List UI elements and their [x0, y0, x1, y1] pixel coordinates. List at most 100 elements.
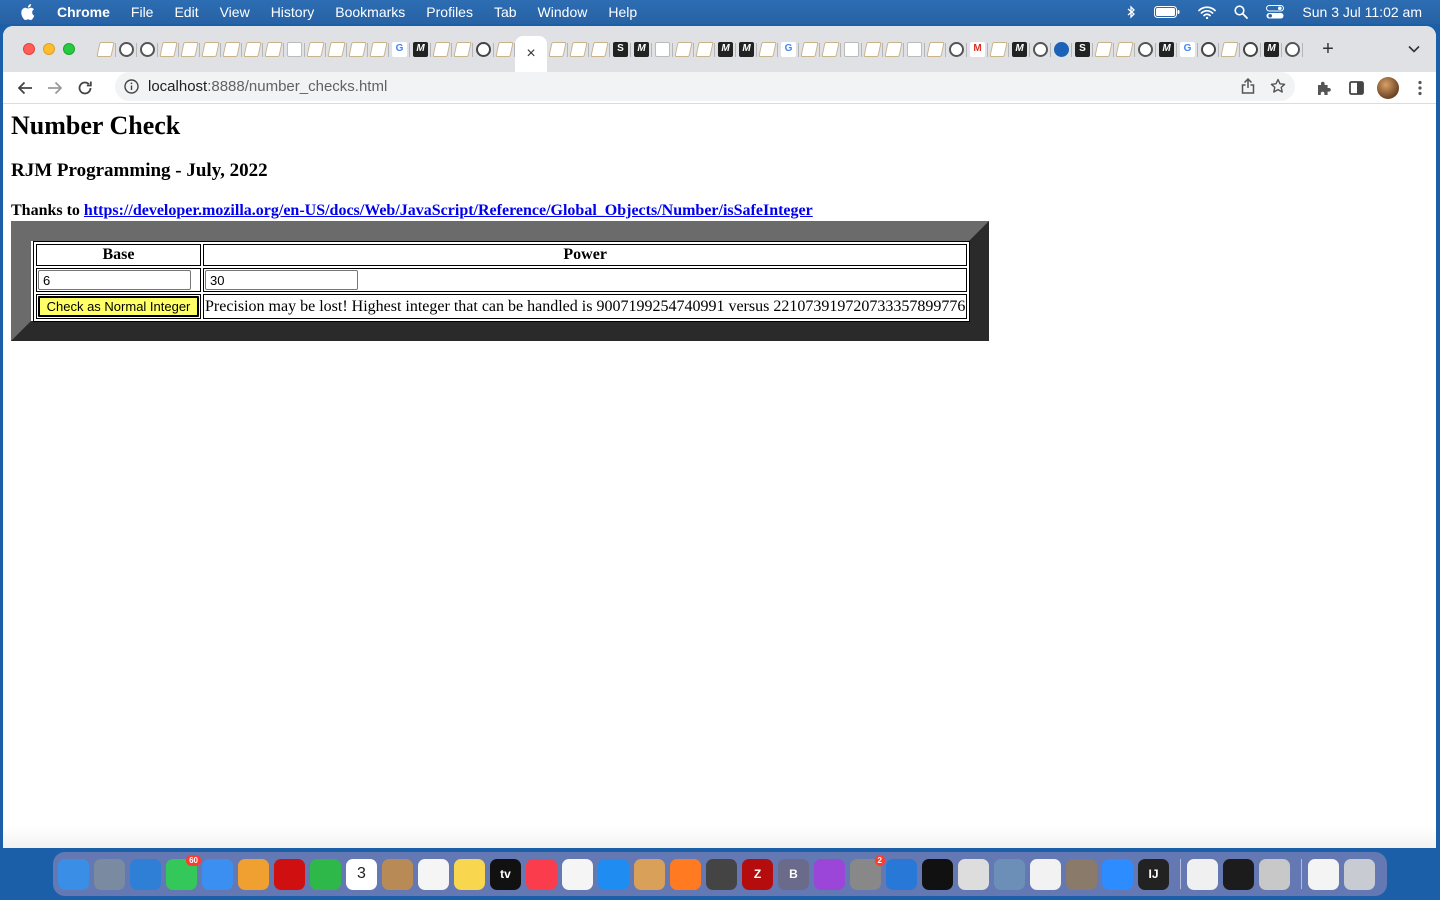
bluetooth-icon[interactable]: [1127, 5, 1136, 19]
dock-podcasts-icon[interactable]: [814, 858, 845, 890]
tab-item[interactable]: [158, 34, 179, 64]
dock-reminders-icon[interactable]: [418, 858, 449, 890]
mdn-link[interactable]: https://developer.mozilla.org/en-US/docs…: [84, 202, 813, 219]
back-button[interactable]: [10, 73, 40, 103]
address-bar[interactable]: localhost:8888/number_checks.html: [115, 72, 1295, 101]
power-input[interactable]: [205, 270, 358, 290]
window-zoom-button[interactable]: [63, 43, 75, 55]
tab-item[interactable]: [305, 34, 326, 64]
dock-console-icon[interactable]: [1223, 858, 1254, 890]
tab-item[interactable]: [673, 34, 694, 64]
dock-photos-icon[interactable]: [238, 858, 269, 890]
tab-item[interactable]: [242, 34, 263, 64]
tab-item[interactable]: [652, 34, 673, 64]
tab-item[interactable]: [799, 34, 820, 64]
tab-item[interactable]: M: [1156, 34, 1177, 64]
tab-item[interactable]: [946, 34, 967, 64]
tab-item[interactable]: G: [778, 34, 799, 64]
site-info-icon[interactable]: [123, 79, 139, 95]
reload-button[interactable]: [70, 73, 100, 103]
dock-tv-icon[interactable]: tv: [490, 858, 521, 890]
dock-paint-icon[interactable]: [634, 858, 665, 890]
tab-item[interactable]: [694, 34, 715, 64]
tab-item[interactable]: M: [410, 34, 431, 64]
menu-view[interactable]: View: [220, 4, 250, 20]
tab-item[interactable]: [221, 34, 242, 64]
tab-item[interactable]: [883, 34, 904, 64]
tab-item[interactable]: [1282, 34, 1303, 64]
forward-button[interactable]: [40, 73, 70, 103]
tab-item[interactable]: [431, 34, 452, 64]
tab-item[interactable]: [589, 34, 610, 64]
share-icon[interactable]: [1241, 78, 1255, 94]
tab-item[interactable]: [1240, 34, 1261, 64]
dock-safari-icon[interactable]: [130, 858, 161, 890]
tab-item[interactable]: M: [736, 34, 757, 64]
profile-avatar[interactable]: [1377, 77, 1399, 99]
dock-preview-icon[interactable]: [994, 858, 1025, 890]
check-integer-button[interactable]: Check as Normal Integer: [38, 296, 199, 317]
tab-item[interactable]: [820, 34, 841, 64]
dock-system-preferences-icon[interactable]: 2: [850, 854, 885, 890]
tab-item[interactable]: [137, 34, 158, 64]
bookmark-star-icon[interactable]: [1270, 78, 1286, 94]
window-minimize-button[interactable]: [43, 43, 55, 55]
dock-zoom-icon[interactable]: [1102, 858, 1133, 890]
tab-item[interactable]: [473, 34, 494, 64]
tab-item[interactable]: [179, 34, 200, 64]
tab-item[interactable]: [326, 34, 347, 64]
tab-item[interactable]: [1093, 34, 1114, 64]
base-input[interactable]: [38, 270, 191, 290]
dock-news-icon[interactable]: [562, 858, 593, 890]
tab-item[interactable]: [116, 34, 137, 64]
menu-bookmarks[interactable]: Bookmarks: [335, 4, 405, 20]
window-close-button[interactable]: [23, 43, 35, 55]
tab-item[interactable]: [1114, 34, 1135, 64]
tab-item[interactable]: [757, 34, 778, 64]
tab-item[interactable]: G: [1177, 34, 1198, 64]
menu-history[interactable]: History: [271, 4, 315, 20]
tab-item[interactable]: [284, 34, 305, 64]
dock-firefox-icon[interactable]: [670, 858, 701, 890]
tab-active[interactable]: ×: [515, 36, 547, 72]
dock-messages-icon[interactable]: 60: [166, 854, 201, 890]
dock-contacts-icon[interactable]: [382, 858, 413, 890]
dock-app-store-icon[interactable]: [598, 858, 629, 890]
dock-finder-icon[interactable]: [58, 858, 89, 890]
tab-item[interactable]: [904, 34, 925, 64]
tab-item[interactable]: [841, 34, 862, 64]
dock-calendar-icon[interactable]: 3: [346, 858, 377, 890]
menu-profiles[interactable]: Profiles: [426, 4, 473, 20]
menu-edit[interactable]: Edit: [174, 4, 198, 20]
tab-item[interactable]: [1135, 34, 1156, 64]
tab-search-chevron-icon[interactable]: [1408, 40, 1420, 56]
dock-music-icon[interactable]: [526, 858, 557, 890]
tab-item[interactable]: [988, 34, 1009, 64]
menu-help[interactable]: Help: [608, 4, 637, 20]
tab-item[interactable]: M: [1261, 34, 1282, 64]
dock-intellij-icon[interactable]: IJ: [1138, 858, 1169, 890]
menubar-clock[interactable]: Sun 3 Jul 11:02 am: [1302, 4, 1422, 20]
extensions-puzzle-icon[interactable]: [1308, 73, 1340, 103]
tab-item[interactable]: M: [967, 34, 988, 64]
dock-file-icon[interactable]: [1030, 858, 1061, 890]
dock-chrome-icon[interactable]: [1187, 858, 1218, 890]
tab-item[interactable]: S: [1072, 34, 1093, 64]
spotlight-search-icon[interactable]: [1234, 5, 1249, 19]
tab-item[interactable]: [1219, 34, 1240, 64]
dock-sequel-pro-icon[interactable]: [958, 858, 989, 890]
tab-item[interactable]: [452, 34, 473, 64]
menu-window[interactable]: Window: [538, 4, 588, 20]
wifi-icon[interactable]: [1198, 5, 1217, 19]
new-tab-button[interactable]: +: [1313, 34, 1343, 64]
tab-item[interactable]: [1030, 34, 1051, 64]
kebab-menu-icon[interactable]: [1404, 73, 1436, 103]
url-text[interactable]: localhost:8888/number_checks.html: [148, 78, 387, 95]
dock-opera-icon[interactable]: [274, 858, 305, 890]
tab-item[interactable]: [547, 34, 568, 64]
menu-file[interactable]: File: [131, 4, 154, 20]
tab-item[interactable]: [568, 34, 589, 64]
menu-app-name[interactable]: Chrome: [57, 4, 110, 20]
dock-gimp-icon[interactable]: [1066, 858, 1097, 890]
tab-item[interactable]: G: [389, 34, 410, 64]
